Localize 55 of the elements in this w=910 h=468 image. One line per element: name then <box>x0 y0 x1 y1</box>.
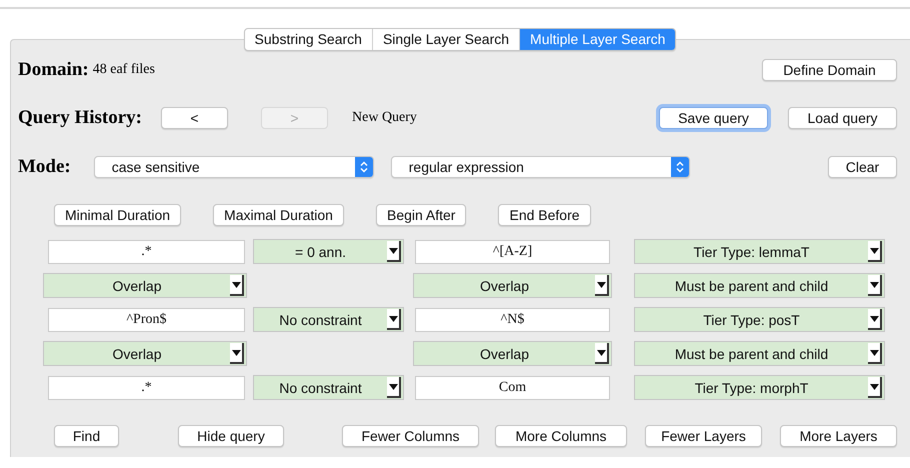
caret-icon <box>232 282 240 288</box>
footer-button[interactable]: Fewer Columns <box>342 425 479 447</box>
domain-value: 48 eaf files <box>92 62 155 78</box>
mode-label: Mode: <box>18 156 71 178</box>
query-history-label: Query History: <box>18 107 142 129</box>
query-field[interactable]: .* <box>48 376 245 400</box>
dropdown[interactable]: No constraint <box>253 375 404 400</box>
footer-button[interactable]: Fewer Layers <box>645 425 762 447</box>
caret-icon <box>388 316 398 322</box>
dropdown[interactable]: Overlap <box>413 341 612 366</box>
caret-icon <box>388 248 398 254</box>
dropdown[interactable]: No constraint <box>253 307 404 332</box>
constraint-button[interactable]: Begin After <box>376 204 466 226</box>
caret-icon <box>870 316 878 322</box>
domain-label: Domain: <box>18 59 89 81</box>
caret-icon <box>596 282 606 288</box>
constraint-button[interactable]: Minimal Duration <box>54 204 182 226</box>
dropdown[interactable]: Overlap <box>43 341 247 366</box>
dropdown[interactable]: Tier Type: posT <box>634 307 885 332</box>
up-down-chevron-icon <box>676 161 684 173</box>
query-field[interactable]: ^[A-Z] <box>415 240 610 264</box>
footer-button[interactable]: Hide query <box>178 425 284 447</box>
tab[interactable]: Multiple Layer Search <box>520 29 676 50</box>
caret-icon <box>870 384 878 390</box>
caret-icon <box>870 248 878 254</box>
constraint-button[interactable]: End Before <box>498 204 591 226</box>
dropdown[interactable]: Tier Type: morphT <box>634 375 885 400</box>
query-field[interactable]: ^N$ <box>415 308 610 332</box>
dropdown[interactable]: Overlap <box>43 273 247 298</box>
footer-button[interactable]: Find <box>54 425 119 447</box>
dropdown[interactable]: Tier Type: lemmaT <box>634 239 885 264</box>
dropdown[interactable]: = 0 ann. <box>253 239 404 264</box>
query-field[interactable]: Com <box>415 376 610 400</box>
caret-icon <box>232 350 240 356</box>
query-field[interactable]: ^Pron$ <box>48 308 245 332</box>
footer-button[interactable]: More Layers <box>780 425 897 447</box>
up-down-chevron-icon <box>360 161 368 173</box>
save-query-button[interactable]: Save query <box>659 107 768 129</box>
dropdown[interactable]: Overlap <box>413 273 612 298</box>
define-domain-button[interactable]: Define Domain <box>762 59 897 81</box>
footer-button[interactable]: More Columns <box>495 425 627 447</box>
query-field[interactable]: .* <box>48 240 245 264</box>
back-button[interactable]: < <box>161 107 228 129</box>
dropdown[interactable]: case sensitive <box>94 156 374 178</box>
load-query-button[interactable]: Load query <box>788 107 897 129</box>
dropdown[interactable]: Must be parent and child <box>634 273 885 298</box>
clear-button[interactable]: Clear <box>828 156 897 178</box>
constraint-button[interactable]: Maximal Duration <box>213 204 344 226</box>
caret-icon <box>870 282 878 288</box>
caret-icon <box>596 350 606 356</box>
dropdown[interactable]: regular expression <box>390 156 690 178</box>
current-query-label: New Query <box>352 110 417 126</box>
dropdown[interactable]: Must be parent and child <box>634 341 885 366</box>
caret-icon <box>388 384 398 390</box>
caret-icon <box>870 350 878 356</box>
